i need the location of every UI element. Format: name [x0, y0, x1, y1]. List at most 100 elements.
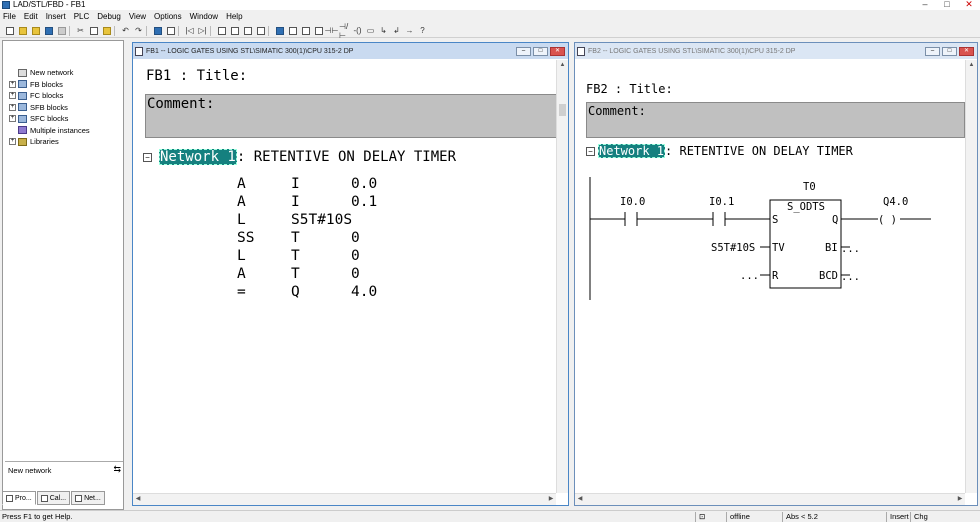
scroll-thumb[interactable]	[559, 104, 566, 116]
undo-icon[interactable]: ↶	[120, 25, 131, 36]
scroll-right-icon[interactable]: ▶	[546, 494, 556, 505]
minimize-icon[interactable]: –	[925, 46, 940, 56]
first-network-icon[interactable]: |◁	[184, 25, 195, 36]
minimize-icon[interactable]: –	[914, 0, 936, 10]
tree-item-fc-blocks[interactable]: + FC blocks	[3, 90, 123, 102]
overview-icon[interactable]	[216, 25, 227, 36]
bi-value[interactable]: ...	[841, 243, 860, 255]
contact-i0-0-label[interactable]: I0.0	[620, 196, 645, 208]
close-icon[interactable]: ✕	[959, 46, 974, 56]
last-network-icon[interactable]: ▷|	[197, 25, 208, 36]
tree-item-sfb-blocks[interactable]: + SFB blocks	[3, 102, 123, 114]
symbol-icon[interactable]	[287, 25, 298, 36]
menu-view[interactable]: View	[125, 11, 150, 23]
collapse-icon[interactable]: −	[143, 152, 152, 162]
minimize-icon[interactable]: –	[516, 46, 531, 56]
tree-item-multiple-instances[interactable]: Multiple instances	[3, 125, 123, 137]
network-label[interactable]: Network 1	[159, 149, 237, 165]
new-icon[interactable]	[4, 25, 15, 36]
scroll-right-icon[interactable]: ▶	[955, 494, 965, 505]
stl-line[interactable]: AT0	[237, 265, 377, 283]
insert-network-icon[interactable]	[313, 25, 324, 36]
horizontal-scrollbar[interactable]: ◀ ▶	[575, 493, 965, 505]
cut-icon[interactable]: ✂	[75, 25, 86, 36]
tree-item-libraries[interactable]: + Libraries	[3, 136, 123, 148]
expand-icon[interactable]: +	[9, 115, 16, 123]
coil-icon[interactable]: -()	[352, 25, 363, 36]
download-icon[interactable]	[152, 25, 163, 36]
fb1-editor-content[interactable]: FB1 : Title: Comment: − Network 1 : RETE…	[133, 60, 556, 493]
stl-line[interactable]: = Q 4.0	[237, 283, 377, 301]
tv-value[interactable]: S5T#10S	[711, 242, 755, 254]
connection-icon[interactable]: →	[404, 25, 415, 36]
stl-line[interactable]: A I 0.0	[237, 175, 377, 193]
coil-q4-0[interactable]: ( )	[878, 214, 897, 226]
monitor-icon[interactable]	[165, 25, 176, 36]
print-icon[interactable]	[56, 25, 67, 36]
split-icon[interactable]	[242, 25, 253, 36]
address-icon[interactable]	[274, 25, 285, 36]
timer-name[interactable]: T0	[803, 181, 816, 193]
maximize-icon[interactable]: □	[533, 46, 548, 56]
open-branch-icon[interactable]: ↳	[378, 25, 389, 36]
menu-options[interactable]: Options	[150, 11, 186, 23]
details-icon[interactable]	[229, 25, 240, 36]
menu-window[interactable]: Window	[186, 11, 222, 23]
menu-edit[interactable]: Edit	[20, 11, 42, 23]
contact-i0-1-label[interactable]: I0.1	[709, 196, 734, 208]
comment-toggle-icon[interactable]	[300, 25, 311, 36]
box-icon[interactable]: ▭	[365, 25, 376, 36]
open-online-icon[interactable]	[30, 25, 41, 36]
network-title[interactable]: : RETENTIVE ON DELAY TIMER	[237, 149, 456, 165]
bcd-value[interactable]: ...	[841, 271, 860, 283]
expand-icon[interactable]: +	[9, 138, 16, 146]
tab-networks[interactable]: Net...	[71, 491, 105, 505]
maximize-icon[interactable]: □	[942, 46, 957, 56]
close-icon[interactable]: ✕	[550, 46, 565, 56]
copy-icon[interactable]	[88, 25, 99, 36]
r-value[interactable]: ...	[740, 270, 759, 282]
tree-item-fb-blocks[interactable]: + FB blocks	[3, 79, 123, 91]
columns-icon[interactable]	[255, 25, 266, 36]
menu-debug[interactable]: Debug	[93, 11, 125, 23]
save-icon[interactable]	[43, 25, 54, 36]
stl-line[interactable]: A I 0.1	[237, 193, 377, 211]
contact-no-icon[interactable]: ⊣⊢	[325, 25, 339, 36]
scroll-left-icon[interactable]: ◀	[133, 494, 143, 505]
scroll-left-icon[interactable]: ◀	[575, 494, 585, 505]
horizontal-scrollbar[interactable]: ◀ ▶	[133, 493, 556, 505]
coil-q4-0-label[interactable]: Q4.0	[883, 196, 908, 208]
menu-help[interactable]: Help	[222, 11, 246, 23]
menu-insert[interactable]: Insert	[42, 11, 70, 23]
vertical-scrollbar[interactable]: ▲	[556, 60, 568, 493]
scroll-up-icon[interactable]: ▲	[966, 60, 977, 70]
vertical-scrollbar[interactable]: ▲	[965, 60, 977, 493]
block-comment[interactable]: Comment:	[145, 94, 556, 138]
paste-icon[interactable]	[101, 25, 112, 36]
fb2-editor-content[interactable]: FB2 : Title: Comment: − Network 1 : RETE…	[575, 60, 965, 493]
close-icon[interactable]: ✕	[958, 0, 980, 10]
help-cursor-icon[interactable]: ?	[417, 25, 428, 36]
tree-item-new-network[interactable]: New network	[3, 67, 123, 79]
redo-icon[interactable]: ↷	[133, 25, 144, 36]
ladder-diagram[interactable]: I0.0 I0.1 T0 S_ODTS S Q TV BI R BCD S5T#…	[575, 60, 965, 360]
tree-item-sfc-blocks[interactable]: + SFC blocks	[3, 113, 123, 125]
open-icon[interactable]	[17, 25, 28, 36]
expand-icon[interactable]: +	[9, 92, 16, 100]
block-title[interactable]: FB1 : Title:	[146, 68, 247, 84]
pin-icon[interactable]: ⇆	[113, 464, 121, 475]
expand-icon[interactable]: +	[9, 80, 16, 88]
stl-line[interactable]: LT0	[237, 247, 377, 265]
menu-plc[interactable]: PLC	[70, 11, 94, 23]
menu-file[interactable]: File	[0, 11, 20, 23]
stl-line[interactable]: SS T 0	[237, 229, 377, 247]
tab-call-structure[interactable]: Cal...	[36, 491, 71, 505]
close-branch-icon[interactable]: ↲	[391, 25, 402, 36]
maximize-icon[interactable]: □	[936, 0, 958, 10]
stl-line[interactable]: L S5T#10S	[237, 211, 377, 229]
scroll-up-icon[interactable]: ▲	[557, 60, 568, 70]
expand-icon[interactable]: +	[9, 103, 16, 111]
stl-code[interactable]: A I 0.0 A I 0.1 L S5T#10S SS T 0 LT0 AT0 = Q 4.0	[237, 175, 377, 301]
contact-nc-icon[interactable]: ⊣/⊢	[339, 22, 350, 40]
tab-program-elements[interactable]: Pro...	[2, 491, 36, 505]
